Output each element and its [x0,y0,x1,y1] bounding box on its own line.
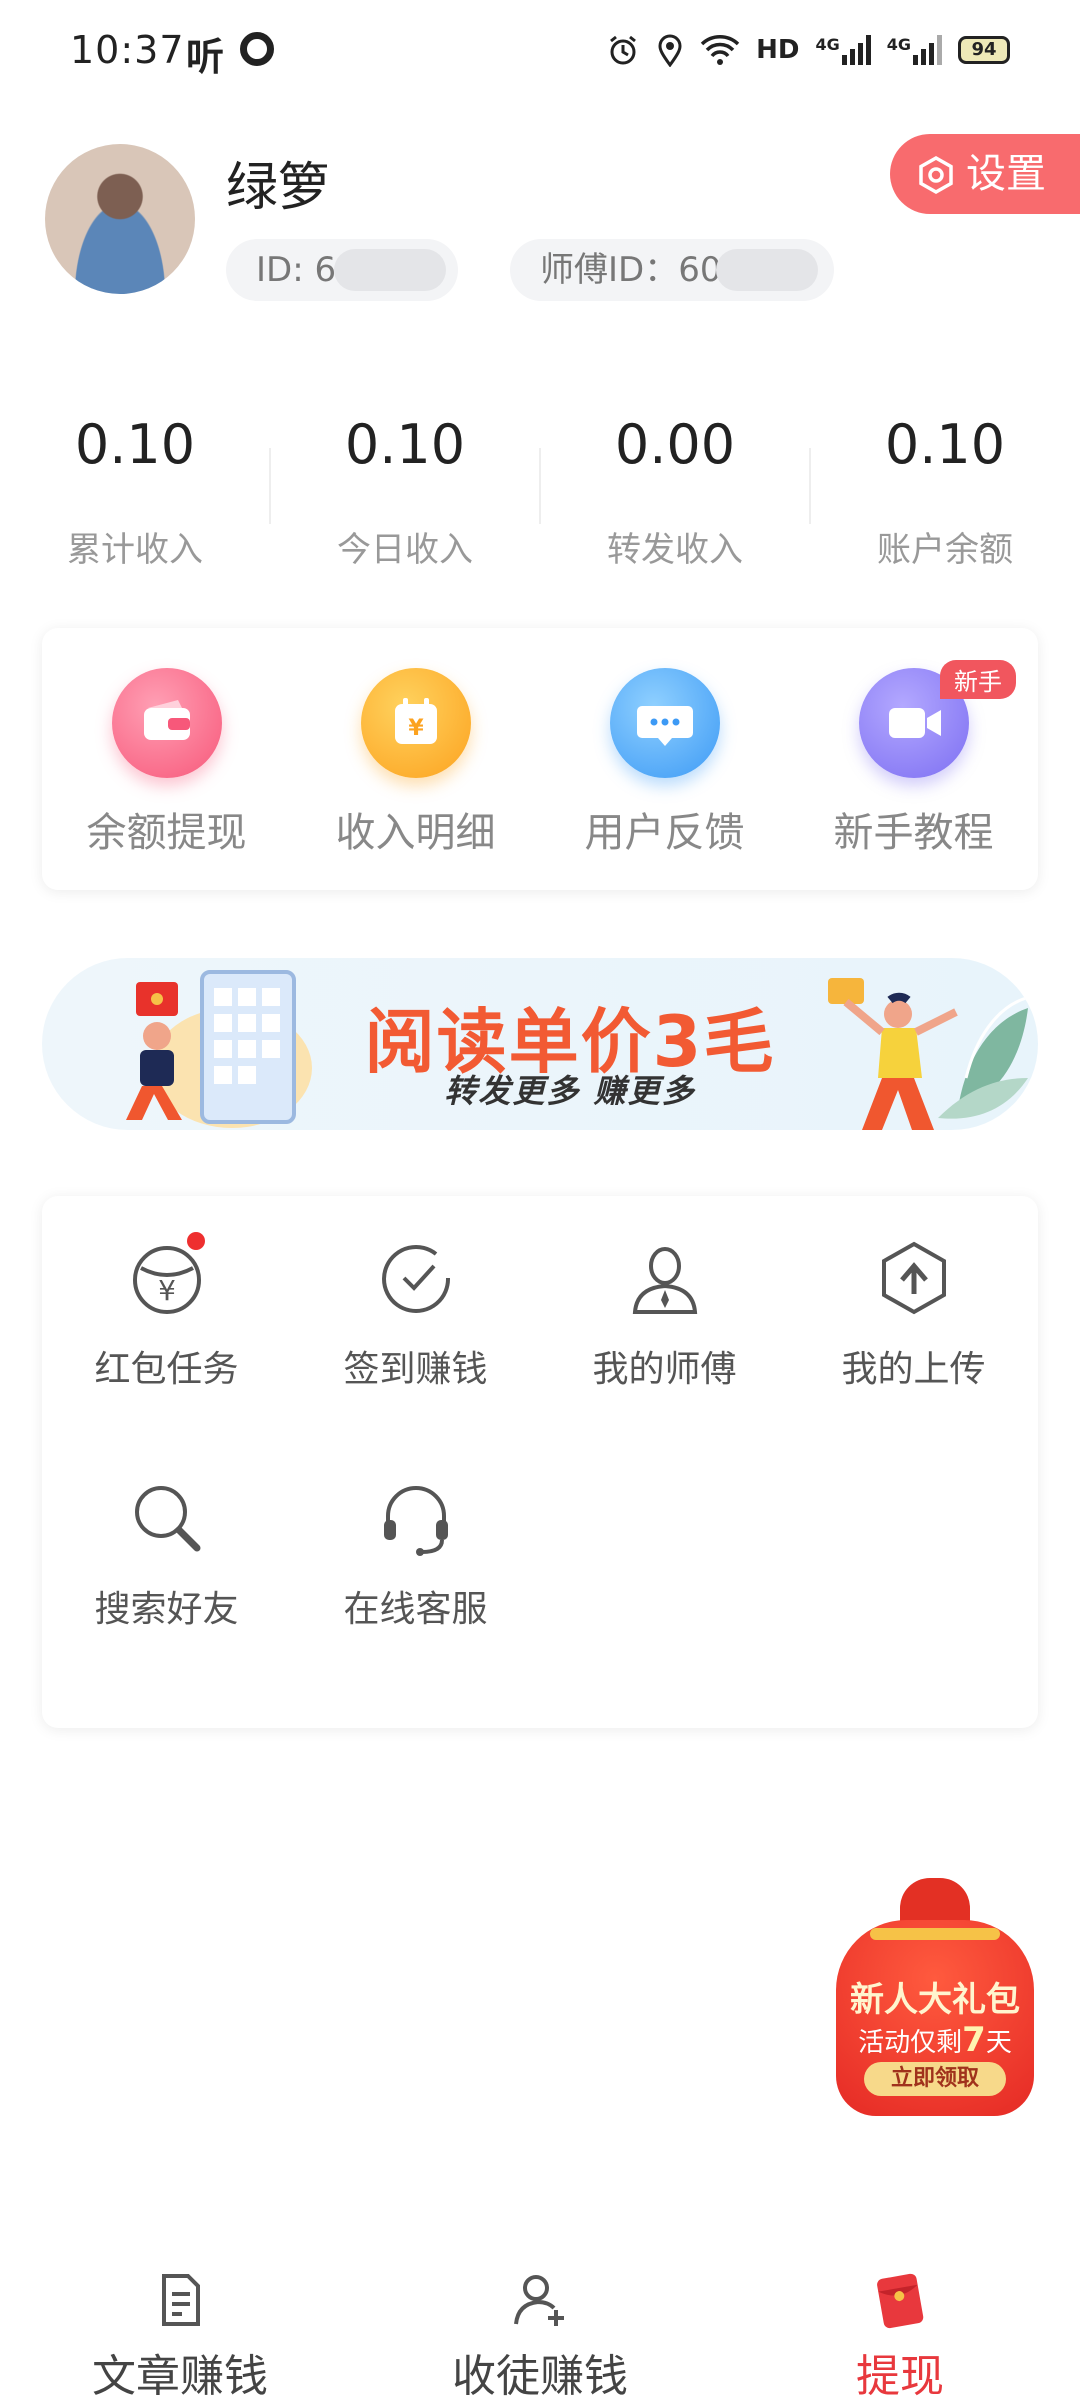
quick-label: 收入明细 [335,810,496,856]
location-icon [658,34,682,67]
search-icon [127,1478,207,1558]
masked-master-id-blur [716,249,818,291]
nickname: 绿箩 [226,158,331,218]
masked-id-blur [334,249,446,291]
tab-article-earn[interactable]: 文章赚钱 [0,2270,360,2404]
search-friends-button[interactable]: 搜索好友 [42,1478,291,1632]
signal-2-icon: 4G [887,35,942,65]
income-detail-button[interactable]: ¥ 收入明细 [291,668,540,858]
svg-text:¥: ¥ [408,716,424,741]
gift-remaining-days: 活动仅剩7天 [830,2020,1040,2060]
gift-title: 新人大礼包 [850,1980,1020,2020]
notification-dot [186,1232,205,1250]
status-bar: 10:37 听 HD 4G 4G 94 [0,0,1080,100]
red-envelope-yuan-icon: ¥ [127,1232,207,1318]
settings-label: 设置 [966,151,1046,197]
tab-label: 收徒赚钱 [452,2351,628,2402]
grid-label: 签到赚钱 [343,1349,488,1390]
newcomer-gift-pack-button[interactable]: 新人大礼包 活动仅剩7天 立即领取 [830,1870,1040,2120]
quick-label: 新手教程 [833,810,994,856]
avatar[interactable] [45,144,195,294]
settings-button[interactable]: 设置 [890,134,1080,214]
signal-1-icon: 4G [815,35,871,65]
online-service-button[interactable]: 在线客服 [291,1478,540,1632]
grid-label: 我的上传 [841,1349,986,1390]
quick-label: 用户反馈 [584,810,745,856]
gift-line-prefix: 活动仅剩 [858,2028,963,2058]
upload-hexagon-icon [874,1238,954,1318]
stat-value: 0.10 [344,413,466,476]
stat-account-balance[interactable]: 0.10 账户余额 [810,410,1080,571]
quick-actions-card: 余额提现 ¥ 收入明细 用户反馈 新手教程 新手 [42,628,1038,890]
stat-label: 账户余额 [877,530,1013,570]
stat-label: 累计收入 [67,530,203,570]
tab-label: 提现 [856,2351,944,2402]
q-app-icon [240,32,274,66]
my-upload-button[interactable]: 我的上传 [789,1238,1038,1392]
stat-value: 0.10 [74,413,196,476]
network-type-1: 4G [815,35,840,54]
ting-app-icon: 听 [186,35,225,79]
network-type-2: 4G [886,35,911,54]
stat-value: 0.00 [614,413,736,476]
banner-subtitle: 转发更多 赚更多 [444,1072,696,1110]
promo-banner[interactable]: 阅读单价3毛 转发更多 赚更多 [42,958,1038,1130]
quick-label: 余额提现 [86,810,247,856]
grid-label: 在线客服 [343,1589,488,1630]
wallet-icon [111,668,222,778]
status-time: 10:37 [70,28,185,72]
my-master-button[interactable]: 我的师傅 [540,1238,789,1392]
tab-recruit-earn[interactable]: 收徒赚钱 [360,2270,720,2404]
grid-label: 搜索好友 [94,1589,239,1630]
add-person-icon [510,2270,570,2330]
master-id-label: 师傅ID：60 [540,250,722,290]
stat-total-income[interactable]: 0.10 累计收入 [0,410,270,571]
check-clock-icon [376,1238,456,1318]
svg-text:¥: ¥ [158,1274,176,1307]
settings-hex-icon [919,155,953,195]
headset-icon [376,1478,456,1558]
tab-withdraw[interactable]: 提现 [720,2270,1080,2404]
person-icon [625,1238,705,1318]
grid-label: 我的师傅 [592,1349,737,1390]
stat-value: 0.10 [884,413,1006,476]
calendar-yuan-icon: ¥ [360,668,471,778]
bottom-nav: 文章赚钱 收徒赚钱 提现 [0,2240,1080,2402]
red-packet-icon [870,2270,930,2330]
document-icon [150,2270,210,2330]
tab-label: 文章赚钱 [92,2351,268,2402]
red-envelope-task-button[interactable]: ¥ 红包任务 [42,1232,291,1392]
new-badge: 新手 [940,660,1016,699]
banner-left-illustration [126,970,312,1128]
status-icons: HD 4G 4G 94 [606,30,1010,70]
grid-label: 红包任务 [94,1349,239,1390]
feature-grid-card: ¥ 红包任务 签到赚钱 我的师傅 我的上传 搜索好友 在线客服 [42,1196,1038,1728]
stat-forward-income[interactable]: 0.00 转发收入 [540,410,810,571]
stat-label: 今日收入 [337,530,473,570]
stat-label: 转发收入 [607,530,743,570]
wifi-icon [700,35,740,65]
master-id-pill[interactable]: 师傅ID：60 [510,239,834,301]
user-id-pill[interactable]: ID: 60 [226,239,458,301]
gift-bag-tie [870,1928,1000,1940]
gift-days: 7 [962,2020,986,2060]
withdraw-balance-button[interactable]: 余额提现 [42,668,291,858]
stat-today-income[interactable]: 0.10 今日收入 [270,410,540,571]
battery-icon: 94 [958,36,1010,64]
gift-line-suffix: 天 [985,2028,1012,2058]
alarm-icon [610,35,637,65]
gift-claim-button[interactable]: 立即领取 [864,2062,1006,2096]
hd-indicator: HD [756,35,800,65]
user-feedback-button[interactable]: 用户反馈 [540,668,789,858]
check-in-earn-button[interactable]: 签到赚钱 [291,1238,540,1392]
chat-bubble-icon [609,668,720,778]
banner-right-illustration [828,978,1028,1130]
